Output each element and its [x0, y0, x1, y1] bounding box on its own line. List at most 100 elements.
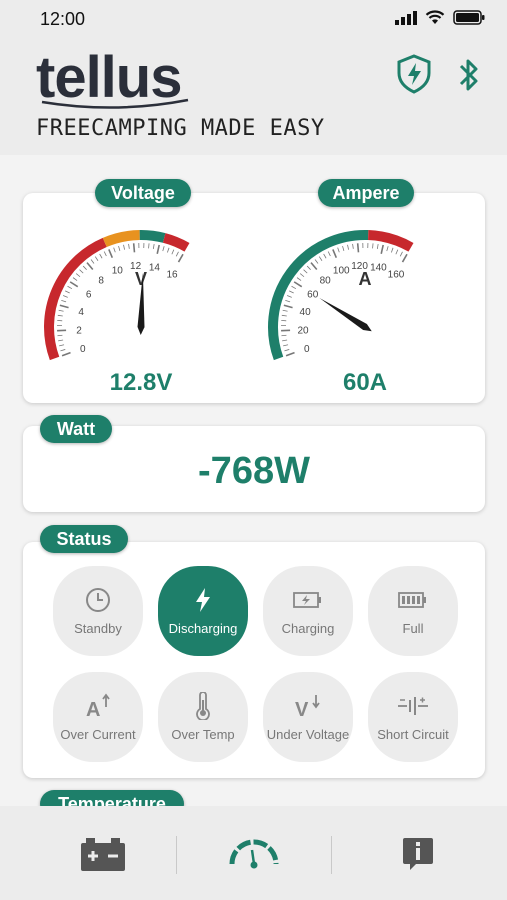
ampere-zone — [268, 230, 369, 361]
voltage-zone — [44, 237, 107, 361]
ampere-value: 60A — [342, 369, 388, 396]
ampere-tick — [376, 243, 379, 250]
status-over-current-label: Over Current — [60, 726, 136, 742]
status-short-circuit-label: Short Circuit — [377, 726, 449, 742]
short-circuit-icon — [398, 696, 428, 715]
ampere-tick-label: 20 — [297, 326, 309, 337]
status-over-temp[interactable]: Over Temp — [158, 672, 248, 762]
voltage-tick — [69, 281, 79, 288]
gauges-card: 0 2 4 6 8 10 12 14 16 V 0 20 40 60 80 100 120 140 160 A 12… — [23, 193, 485, 403]
ampere-tick — [380, 244, 384, 254]
status-bar: 12:00 — [0, 0, 507, 38]
ampere-tick — [347, 244, 349, 250]
voltage-gauge: 0246810 12 1416V — [44, 230, 190, 361]
ampere-tick-label: 140 — [370, 262, 387, 273]
watt-value: -768W — [198, 450, 310, 492]
voltage-tick — [57, 334, 63, 337]
ampere-zone — [367, 230, 414, 252]
ampere-gauge: 020406080100 120 140160A — [268, 230, 414, 361]
nav-separator — [331, 836, 332, 874]
status-short-circuit[interactable]: Short Circuit — [368, 672, 458, 762]
ampere-tick — [289, 290, 294, 294]
ampere-tick — [318, 256, 323, 261]
ampere-unit: A — [359, 269, 372, 289]
voltage-tick — [59, 304, 69, 309]
voltage-tick-label: 10 — [112, 266, 124, 277]
status-charging-label: Charging — [281, 620, 335, 636]
ampere-tick — [291, 285, 297, 290]
ampere-tick-label: 160 — [388, 269, 405, 280]
ampere-tick — [286, 295, 292, 298]
ampere-tick — [395, 249, 399, 255]
battery-icon[interactable] — [80, 836, 126, 872]
voltage-tick-label: 14 — [149, 262, 161, 273]
status-over-current[interactable]: A Over Current — [53, 672, 143, 762]
clock-time: 12:00 — [40, 9, 86, 29]
voltage-tick — [65, 290, 70, 294]
status-card: Standby Discharging Charging Full A Over… — [23, 542, 485, 778]
clock-icon — [86, 587, 110, 612]
over-current-icon: A — [86, 693, 110, 719]
ampere-tick — [299, 273, 305, 278]
battery-full-icon — [398, 591, 426, 608]
status-discharging[interactable]: Discharging — [158, 566, 248, 656]
under-voltage-icon: V — [295, 694, 320, 719]
status-full[interactable]: Full — [368, 566, 458, 656]
voltage-value: 12.8V — [109, 369, 173, 396]
status-over-temp-label: Over Temp — [171, 726, 235, 742]
ampere-needle — [319, 297, 372, 332]
info-icon[interactable] — [402, 836, 434, 872]
voltage-tick — [90, 259, 95, 264]
ampere-tick — [401, 253, 408, 263]
ampere-tick — [284, 349, 290, 352]
voltage-tick-label: 0 — [80, 344, 86, 355]
voltage-tick — [79, 269, 84, 274]
system-icons — [395, 10, 485, 25]
voltage-zone — [162, 233, 190, 252]
status-charging[interactable]: Charging — [263, 566, 353, 656]
voltage-tick — [59, 344, 65, 347]
voltage-tick — [60, 349, 66, 352]
ampere-tick — [342, 245, 345, 251]
ampere-tick — [283, 344, 289, 347]
lightning-icon — [196, 587, 210, 612]
ampere-tick — [306, 265, 311, 270]
ampere-tick — [310, 262, 318, 271]
voltage-tick — [132, 243, 136, 253]
voltage-tick-label: 8 — [98, 276, 104, 287]
voltage-tick — [58, 339, 64, 342]
logo-swoosh — [41, 98, 189, 109]
svg-text:V: V — [295, 699, 309, 719]
status-under-voltage[interactable]: V Under Voltage — [263, 672, 353, 762]
watt-label: Watt — [40, 415, 112, 443]
ampere-tick — [282, 339, 288, 342]
voltage-tick — [75, 273, 81, 278]
voltage-tick — [103, 251, 107, 257]
voltage-tick — [118, 245, 121, 251]
ampere-tick — [386, 246, 389, 252]
voltage-tick-label: 6 — [86, 290, 92, 301]
status-standby[interactable]: Standby — [53, 566, 143, 656]
ampere-tick — [327, 251, 331, 257]
ampere-tick-label: 40 — [300, 307, 312, 318]
ampere-tick — [390, 247, 394, 253]
gauge-icon[interactable] — [228, 834, 280, 870]
bluetooth-icon[interactable] — [457, 56, 481, 94]
voltage-tick — [171, 249, 175, 255]
shield-icon[interactable] — [396, 54, 432, 94]
voltage-tick — [108, 249, 114, 259]
signal-icon — [395, 10, 417, 25]
ampere-tick — [281, 334, 287, 337]
ampere-tick — [293, 281, 303, 288]
voltage-tick — [67, 285, 73, 290]
ampere-tick — [352, 243, 354, 249]
voltage-tick — [156, 244, 160, 254]
wifi-icon — [425, 10, 445, 24]
ampere-tick — [282, 309, 288, 312]
ampere-tick — [323, 253, 327, 259]
voltage-tick — [175, 251, 179, 257]
voltage-tick — [61, 351, 71, 357]
ampere-tick-label: 0 — [304, 344, 310, 355]
voltage-unit: V — [135, 269, 147, 289]
voltage-tick — [166, 247, 170, 253]
